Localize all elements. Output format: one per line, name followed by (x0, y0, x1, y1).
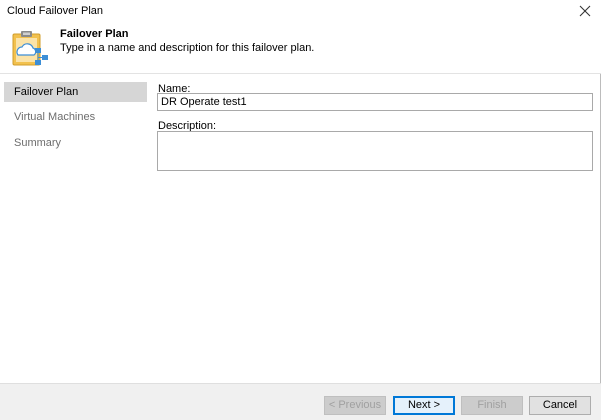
description-field[interactable] (157, 131, 593, 171)
title-bar: Cloud Failover Plan (0, 0, 601, 22)
wizard-steps-sidebar: Failover Plan Virtual Machines Summary (0, 80, 147, 384)
window-title: Cloud Failover Plan (7, 5, 103, 17)
wizard-content: Name: Description: (150, 80, 598, 384)
wizard-header: Failover Plan Type in a name and descrip… (0, 22, 601, 74)
cancel-button[interactable]: Cancel (529, 396, 591, 415)
next-button[interactable]: Next > (393, 396, 455, 415)
name-field[interactable] (157, 93, 593, 111)
header-title: Failover Plan (60, 28, 129, 40)
sidebar-item-failover-plan[interactable]: Failover Plan (4, 82, 147, 102)
finish-button[interactable]: Finish (461, 396, 523, 415)
sidebar-item-virtual-machines[interactable]: Virtual Machines (4, 107, 147, 127)
wizard-window: Cloud Failover Plan Failover Plan Type i… (0, 0, 601, 420)
sidebar-item-summary[interactable]: Summary (4, 133, 147, 153)
wizard-footer: < Previous Next > Finish Cancel (0, 383, 601, 420)
previous-button[interactable]: < Previous (324, 396, 386, 415)
close-icon[interactable] (577, 3, 593, 19)
header-description: Type in a name and description for this … (60, 42, 315, 54)
failover-plan-icon (10, 28, 50, 68)
